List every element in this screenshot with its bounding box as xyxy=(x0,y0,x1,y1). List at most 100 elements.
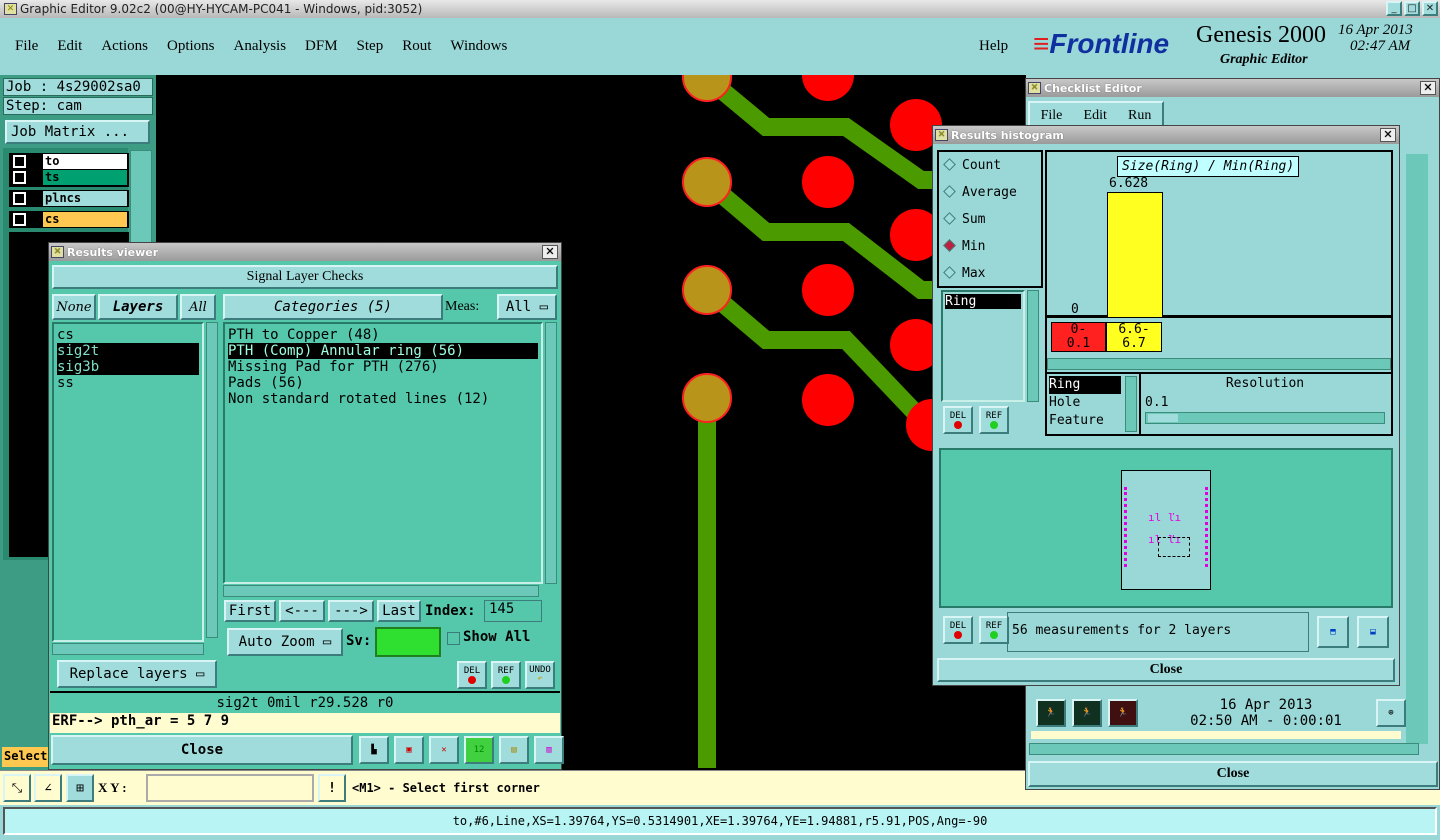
first-button[interactable]: First xyxy=(224,600,276,622)
category-item[interactable]: Non standard rotated lines (12) xyxy=(228,391,538,407)
histogram-icon-button[interactable]: ▥ xyxy=(534,736,564,764)
layer-row-plncs[interactable]: plncs xyxy=(9,190,129,207)
layer-row-cs[interactable]: cs xyxy=(9,211,129,228)
erf-disabled-icon-button[interactable]: ✕ xyxy=(429,736,459,764)
mode-count[interactable]: Count xyxy=(939,152,1041,179)
last-button[interactable]: Last xyxy=(377,600,421,622)
mode-sum[interactable]: Sum xyxy=(939,206,1041,233)
sort-item[interactable]: Hole xyxy=(1049,394,1121,412)
menu-file[interactable]: File xyxy=(15,38,38,55)
layer-checkbox[interactable] xyxy=(12,191,27,206)
menu-analysis[interactable]: Analysis xyxy=(234,38,287,55)
category-item[interactable]: Pads (56) xyxy=(228,375,538,391)
measure-icon[interactable]: ∠ xyxy=(34,774,62,802)
resolution-slider[interactable] xyxy=(1145,412,1385,424)
mode-min[interactable]: Min xyxy=(939,233,1041,260)
close-icon[interactable]: ✕ xyxy=(1420,81,1436,95)
auto-zoom-dropdown[interactable]: Auto Zoom ▭ xyxy=(227,628,343,656)
job-matrix-button[interactable]: Job Matrix ... xyxy=(5,120,150,144)
minimize-button[interactable]: _ xyxy=(1386,1,1402,16)
category-item[interactable]: PTH (Comp) Annular ring (56) xyxy=(228,343,538,359)
none-button[interactable]: None xyxy=(52,294,96,320)
bin-label[interactable]: 0- 0.1 xyxy=(1051,322,1106,352)
alert-icon[interactable]: ! xyxy=(318,774,346,802)
checklist-hscrollbar[interactable] xyxy=(1029,743,1419,755)
export-icon-button[interactable]: ⬒ xyxy=(1317,616,1349,648)
layer-checkbox[interactable] xyxy=(12,212,27,227)
menu-windows[interactable]: Windows xyxy=(450,38,507,55)
layer-item[interactable]: ss xyxy=(57,375,199,391)
layer-checkbox[interactable] xyxy=(12,170,27,185)
menu-step[interactable]: Step xyxy=(357,38,384,55)
sv-color-dropdown[interactable] xyxy=(375,627,441,657)
zoom-in-icon-button[interactable]: ⊕ xyxy=(1376,699,1406,727)
meas-dropdown[interactable]: All ▭ xyxy=(497,294,557,320)
layer-checkbox[interactable] xyxy=(12,154,27,169)
xy-input[interactable] xyxy=(146,774,314,802)
sort-item[interactable]: Feature xyxy=(1049,412,1121,430)
menu-edit[interactable]: Edit xyxy=(1084,108,1107,124)
menu-dfm[interactable]: DFM xyxy=(305,38,338,55)
checklist-side-column[interactable] xyxy=(1406,154,1428,744)
import-icon-button[interactable]: ⬓ xyxy=(1357,616,1389,648)
histogram-close-button[interactable]: Close xyxy=(937,658,1395,682)
mode-max[interactable]: Max xyxy=(939,260,1041,287)
close-icon[interactable]: ✕ xyxy=(542,245,558,259)
monitor-icon-button[interactable]: ▣ xyxy=(394,736,424,764)
categories-scrollbar[interactable] xyxy=(545,322,557,584)
checklist-close-button[interactable]: Close xyxy=(1028,761,1438,787)
prev-button[interactable]: <--- xyxy=(279,600,325,622)
menu-actions[interactable]: Actions xyxy=(101,38,148,55)
ref-button[interactable]: REF xyxy=(979,406,1009,434)
run-icon-button[interactable]: 🏃 xyxy=(1036,699,1066,727)
sort-scrollbar[interactable] xyxy=(1125,376,1137,432)
category-item[interactable]: PTH to Copper (48) xyxy=(228,327,538,343)
menu-help[interactable]: Help xyxy=(979,38,1008,55)
replace-layers-dropdown[interactable]: Replace layers ▭ xyxy=(57,660,217,688)
layer-item[interactable]: cs xyxy=(57,327,199,343)
board-preview[interactable]: ıl ľı ıl ľı xyxy=(1121,470,1211,590)
del-button[interactable]: DEL xyxy=(943,406,973,434)
measure-scrollbar[interactable] xyxy=(1027,290,1039,402)
sort-item[interactable]: Ring xyxy=(1049,376,1121,394)
menu-edit[interactable]: Edit xyxy=(57,38,82,55)
bin-label[interactable]: 6.6- 6.7 xyxy=(1106,322,1162,352)
menu-file[interactable]: File xyxy=(1041,108,1063,124)
user-icon-button[interactable]: ▙ xyxy=(359,736,389,764)
layer-item[interactable]: sig3b xyxy=(57,359,199,375)
all-button[interactable]: All xyxy=(180,294,216,320)
maximize-button[interactable]: □ xyxy=(1404,1,1420,16)
next-button[interactable]: ---> xyxy=(328,600,374,622)
show-all-checkbox[interactable] xyxy=(447,632,460,645)
measure-item[interactable]: Ring xyxy=(945,294,1021,309)
close-button[interactable]: ✕ xyxy=(1422,1,1438,16)
zoom-window-icon[interactable]: ⤡ xyxy=(3,774,31,802)
layer-name[interactable]: ts xyxy=(43,170,127,185)
layers-scrollbar[interactable] xyxy=(206,322,218,638)
run-selected-icon-button[interactable]: 🏃 xyxy=(1108,699,1138,727)
select-label[interactable]: Select xyxy=(2,747,48,767)
del-button[interactable]: DEL xyxy=(457,661,487,689)
ref-button[interactable]: REF xyxy=(491,661,521,689)
index-input[interactable]: 145 xyxy=(484,600,542,622)
layers-hscrollbar[interactable] xyxy=(52,643,204,655)
del-button[interactable]: DEL xyxy=(943,616,973,644)
chart-hscrollbar[interactable] xyxy=(1047,358,1391,370)
numbering-icon-button[interactable]: 12 xyxy=(464,736,494,764)
layer-item[interactable]: sig2t xyxy=(57,343,199,359)
close-button[interactable]: Close xyxy=(51,735,353,765)
histogram-bar[interactable] xyxy=(1107,192,1163,317)
ref-button[interactable]: REF xyxy=(979,616,1009,644)
close-icon[interactable]: ✕ xyxy=(1380,128,1396,142)
category-item[interactable]: Missing Pad for PTH (276) xyxy=(228,359,538,375)
undo-button[interactable]: UNDO ↶ xyxy=(525,661,555,689)
layer-row-to-ts[interactable]: to ts xyxy=(9,153,129,187)
layer-name[interactable]: plncs xyxy=(43,191,127,206)
menu-run[interactable]: Run xyxy=(1128,108,1151,124)
run-from-icon-button[interactable]: 🏃 xyxy=(1072,699,1102,727)
menu-rout[interactable]: Rout xyxy=(402,38,431,55)
categories-hscrollbar[interactable] xyxy=(223,585,539,597)
grid-icon[interactable]: ⊞ xyxy=(66,774,94,802)
report-icon-button[interactable]: ▤ xyxy=(499,736,529,764)
mode-average[interactable]: Average xyxy=(939,179,1041,206)
